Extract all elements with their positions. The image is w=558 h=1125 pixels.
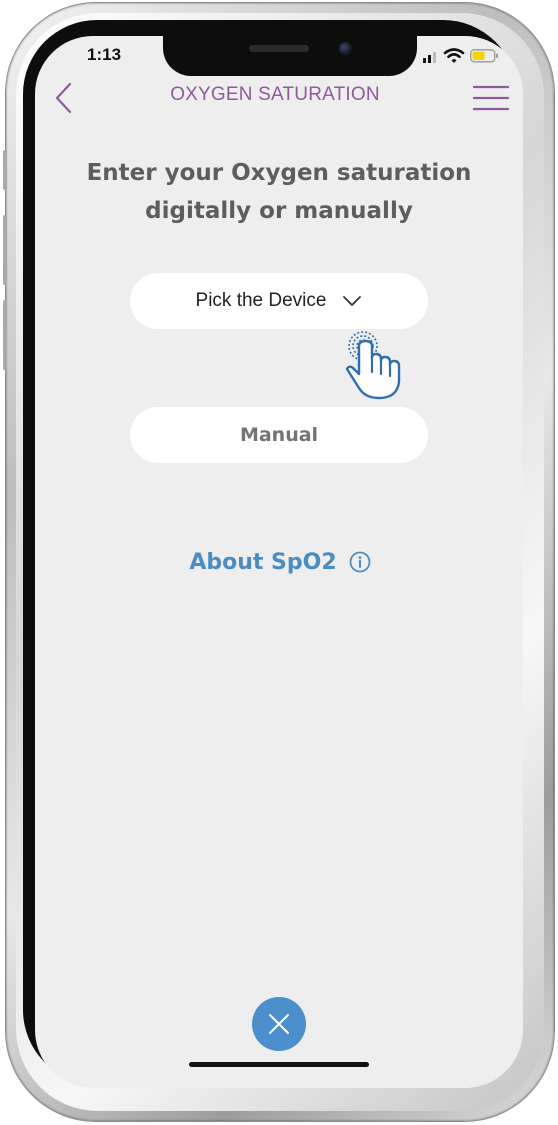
page-title: OXYGEN SATURATION <box>170 84 380 105</box>
speaker-grille <box>249 45 309 52</box>
battery-icon <box>470 49 498 63</box>
about-spo2-link[interactable]: About SpO2 <box>165 544 395 580</box>
status-time: 1:13 <box>87 45 122 64</box>
front-camera <box>339 42 352 55</box>
instruction-heading-line-1: Enter your Oxygen saturation <box>86 160 472 186</box>
close-button[interactable] <box>252 997 306 1051</box>
signal-icon <box>423 52 436 63</box>
info-icon <box>349 551 371 573</box>
close-icon <box>269 1014 289 1034</box>
about-spo2-label: About SpO2 <box>189 549 337 575</box>
instruction-heading-line-2: digitally or manually <box>145 198 413 224</box>
manual-button[interactable]: Manual <box>130 407 428 463</box>
chevron-left-icon <box>55 82 72 114</box>
status-icons <box>423 48 498 63</box>
tap-hand-icon <box>345 331 401 400</box>
pick-device-dropdown[interactable]: Pick the Device <box>130 273 428 329</box>
manual-button-label: Manual <box>239 424 319 446</box>
app-screen: 1:13 OXYGEN SATURATION Enter your Oxygen… <box>35 36 523 1088</box>
back-button[interactable] <box>49 78 79 118</box>
instruction-heading: Enter your Oxygen saturation digitally o… <box>55 154 503 230</box>
phone-notch <box>163 36 417 76</box>
menu-button[interactable] <box>471 83 511 113</box>
wifi-icon <box>443 48 465 63</box>
home-indicator[interactable] <box>189 1062 369 1067</box>
pick-device-label: Pick the Device <box>195 290 327 311</box>
chevron-down-icon <box>343 296 362 306</box>
hamburger-menu-icon <box>472 85 510 111</box>
